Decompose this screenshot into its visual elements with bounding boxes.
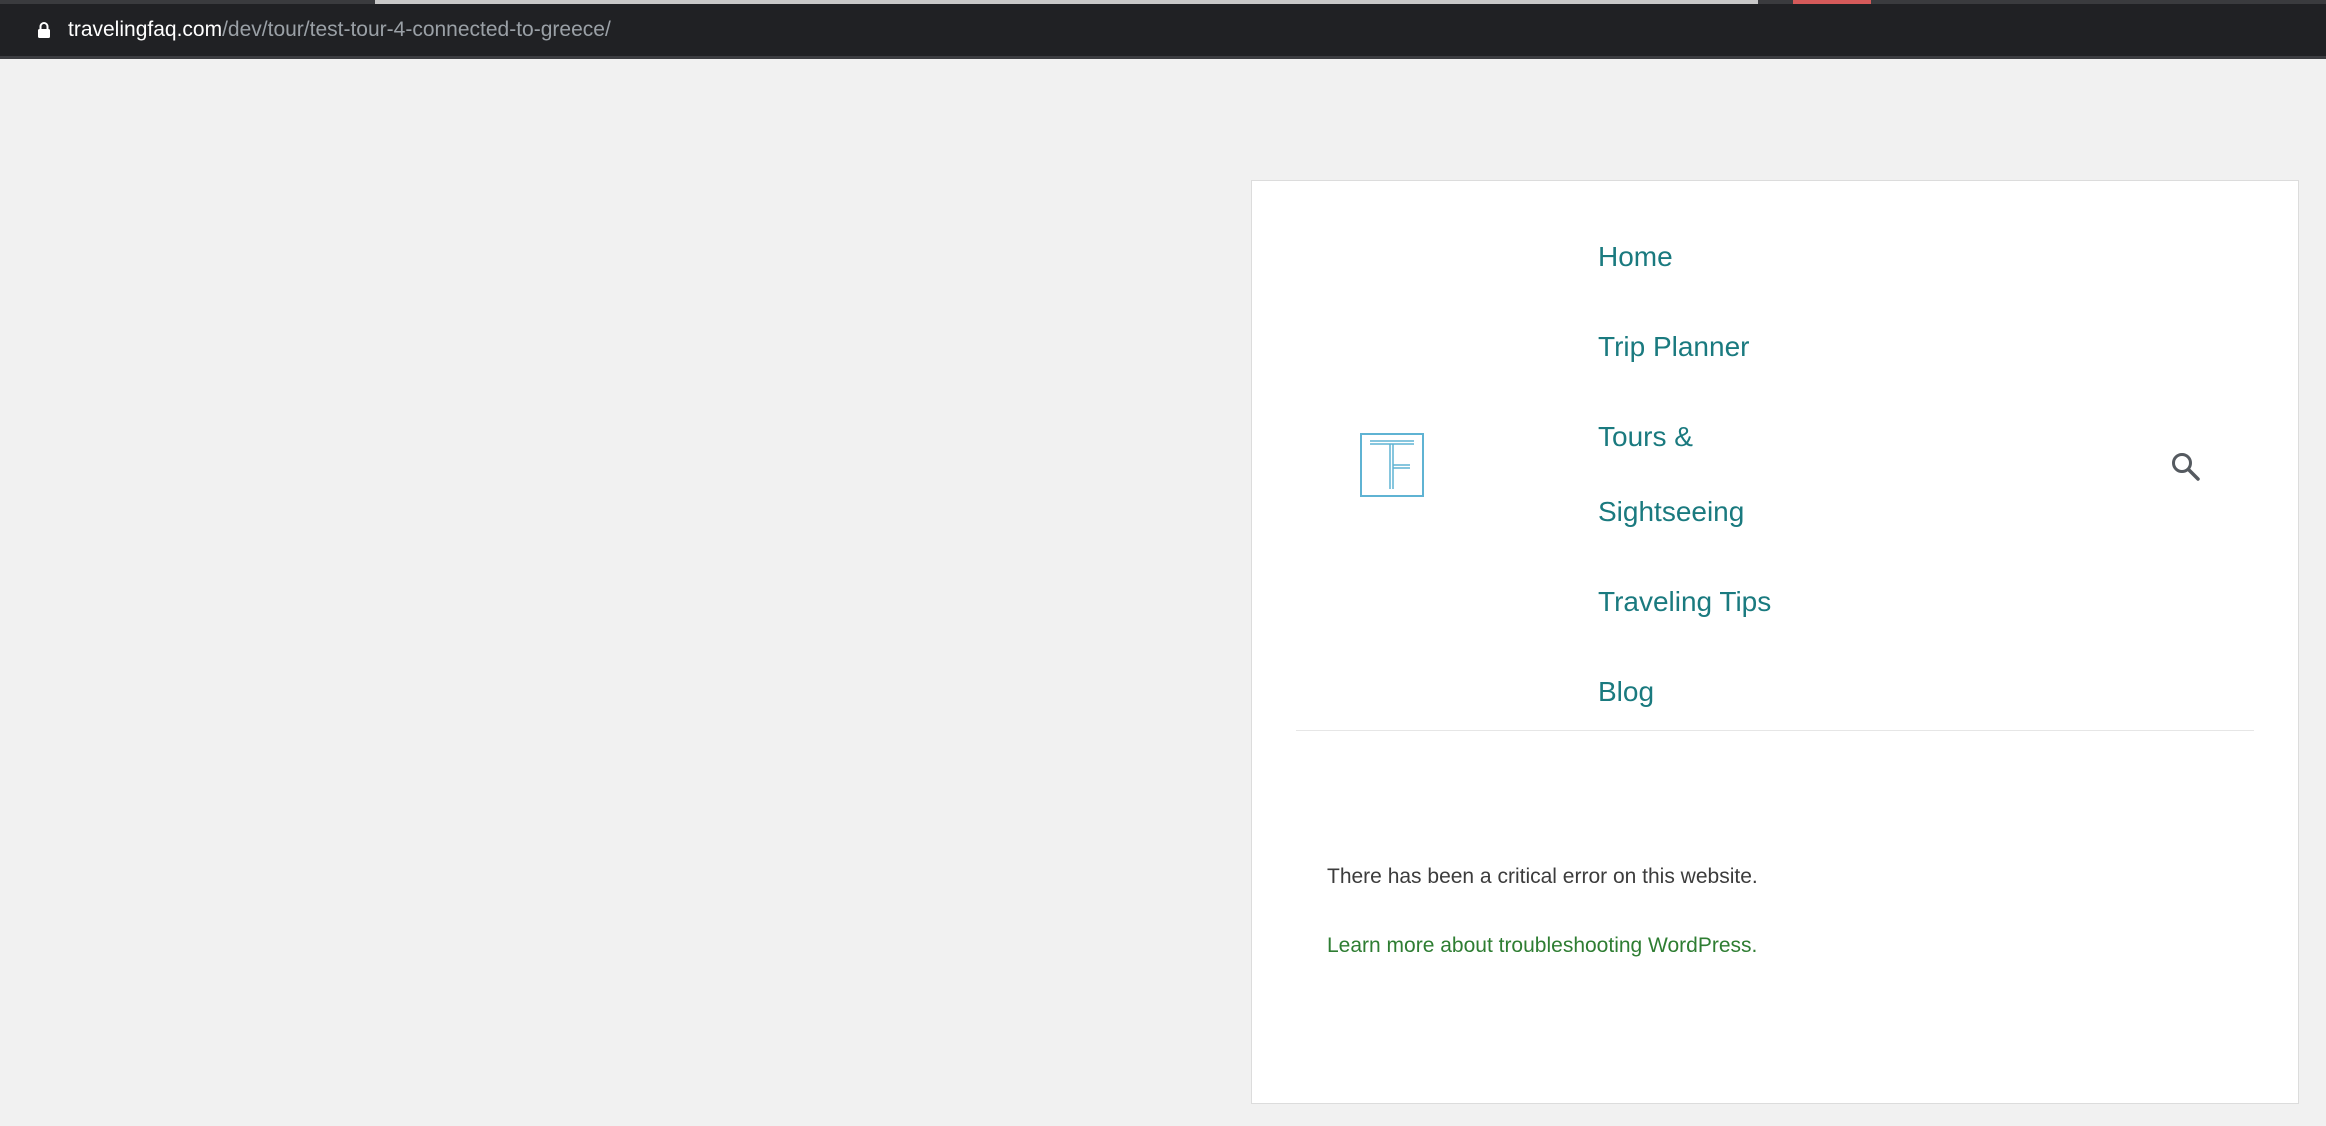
search-icon[interactable]: [2170, 451, 2202, 483]
nav-link-home[interactable]: Home: [1598, 219, 1778, 294]
site-logo[interactable]: F: [1360, 433, 1424, 497]
page-card: F Home Trip Planner Tours & Sightseeing …: [1251, 180, 2299, 1104]
nav-link-traveling-tips[interactable]: Traveling Tips: [1598, 564, 1778, 639]
url-path: /dev/tour/test-tour-4-connected-to-greec…: [222, 18, 611, 41]
nav-link-trip-planner[interactable]: Trip Planner: [1598, 309, 1778, 384]
troubleshooting-link[interactable]: Learn more about troubleshooting WordPre…: [1327, 932, 1757, 960]
nav-item-trip-planner: Trip Planner: [1598, 309, 1778, 384]
address-bar[interactable]: travelingfaq.com/dev/tour/test-tour-4-co…: [0, 4, 2326, 59]
nav-item-tours-sightseeing: Tours & Sightseeing: [1598, 399, 1778, 549]
nav-item-blog: Blog: [1598, 654, 1778, 729]
header-divider: [1296, 730, 2254, 731]
nav-link-tours-sightseeing[interactable]: Tours & Sightseeing: [1598, 399, 1778, 549]
main-navigation: Home Trip Planner Tours & Sightseeing Tr…: [1598, 219, 1778, 744]
nav-link-blog[interactable]: Blog: [1598, 654, 1778, 729]
url-domain: travelingfaq.com: [68, 18, 223, 41]
nav-item-home: Home: [1598, 219, 1778, 294]
error-message: There has been a critical error on this …: [1327, 865, 1758, 888]
nav-item-traveling-tips: Traveling Tips: [1598, 564, 1778, 639]
lock-icon: [38, 22, 50, 38]
url-text[interactable]: travelingfaq.com/dev/tour/test-tour-4-co…: [68, 17, 611, 43]
